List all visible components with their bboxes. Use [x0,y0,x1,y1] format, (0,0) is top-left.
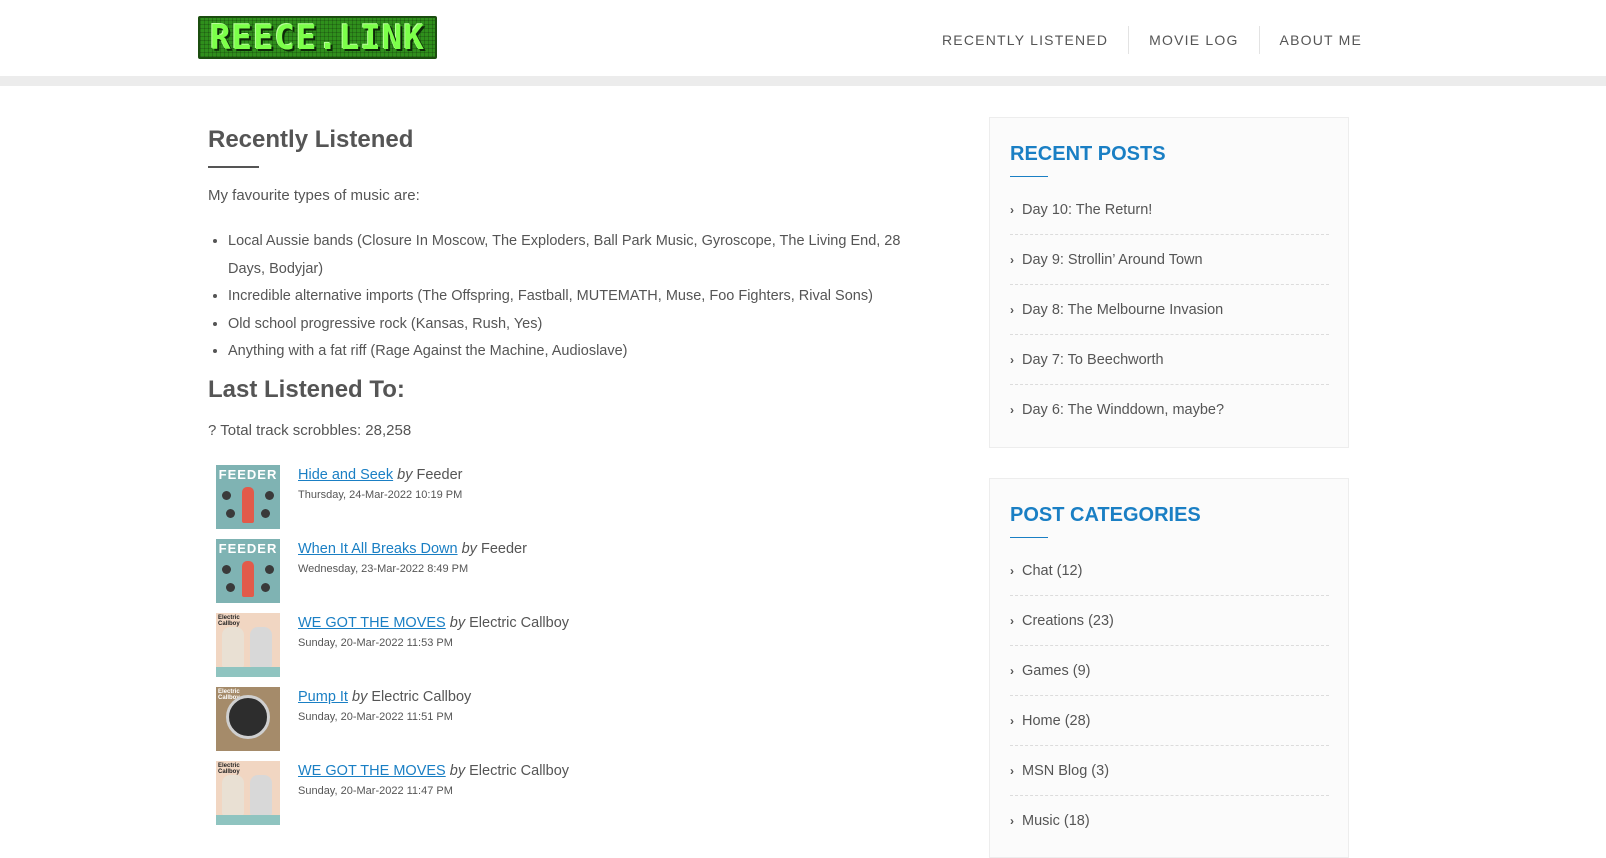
recent-post-item[interactable]: › Day 8: The Melbourne Invasion [1010,285,1329,335]
track-artist: Electric Callboy [469,615,570,631]
feeder-album-art[interactable]: FEEDER [216,465,280,529]
track-date: Sunday, 20-Mar-2022 11:53 PM [298,637,453,649]
track-date: Sunday, 20-Mar-2022 11:51 PM [298,711,453,723]
recent-posts-title: RECENT POSTS [1010,143,1166,165]
category-link[interactable]: Chat (12) [1022,563,1082,579]
recent-post-link[interactable]: Day 7: To Beechworth [1022,352,1164,368]
track-artist: Electric Callboy [371,689,472,705]
recent-post-link[interactable]: Day 10: The Return! [1022,202,1152,218]
feeder-album-art[interactable]: FEEDER [216,539,280,603]
category-link[interactable]: Creations (23) [1022,613,1114,629]
category-link[interactable]: MSN Blog (3) [1022,763,1109,779]
post-categories-list: › Chat (12) › Creations (23) › Games (9) › H… [1010,546,1329,846]
chevron-right-icon: › [1010,252,1014,267]
recent-post-link[interactable]: Day 8: The Melbourne Invasion [1022,302,1223,318]
category-item[interactable]: › Home (28) [1010,696,1329,746]
track-title-link[interactable]: WE GOT THE MOVES [298,615,446,631]
electric-callboy-album-art[interactable]: Electric Callboy [216,761,280,825]
category-link[interactable]: Games (9) [1022,663,1091,679]
recent-posts-list: › Day 10: The Return! › Day 9: Strollin’ A… [1010,185,1329,435]
nav-about-me[interactable]: ABOUT ME [1258,26,1382,54]
nav-movie-log[interactable]: MOVIE LOG [1128,26,1258,54]
chevron-right-icon: › [1010,763,1014,778]
genre-list: Local Aussie bands (Closure In Moscow, T… [208,228,928,366]
genre-item: Old school progressive rock (Kansas, Rus… [228,311,928,339]
widget-title-underline [1010,176,1048,177]
recent-post-item[interactable]: › Day 9: Strollin’ Around Town [1010,235,1329,285]
post-categories-widget: POST CATEGORIES › Chat (12) › Creations (2… [989,478,1349,858]
by-label: by [461,541,477,557]
genre-item: Incredible alternative imports (The Offs… [228,283,928,311]
track-artist: Electric Callboy [469,763,570,779]
track-title-link[interactable]: Pump It [298,689,348,705]
site-logo[interactable]: REECE.LINK [198,16,437,59]
category-item[interactable]: › Creations (23) [1010,596,1329,646]
title-underline [208,166,259,168]
track-list: FEEDER Hide and Seek by Feeder Thursday,… [216,465,916,835]
track-date: Wednesday, 23-Mar-2022 8:49 PM [298,563,469,575]
category-item[interactable]: › Music (18) [1010,796,1329,846]
track-row: Electric Callboy Pump It by Electric Call… [216,687,916,761]
track-artist: Feeder [480,541,527,557]
track-artist: Feeder [416,467,463,483]
chevron-right-icon: › [1010,713,1014,728]
recent-post-link[interactable]: Day 9: Strollin’ Around Town [1022,252,1203,268]
category-item[interactable]: › Games (9) [1010,646,1329,696]
chevron-right-icon: › [1010,352,1014,367]
scrobble-count: ? Total track scrobbles: 28,258 [208,421,412,439]
site-header: REECE.LINK RECENTLY LISTENED MOVIE LOG A… [0,0,1606,76]
chevron-right-icon: › [1010,814,1014,828]
recent-posts-widget: RECENT POSTS › Day 10: The Return! › Day 9… [989,117,1349,448]
category-link[interactable]: Home (28) [1022,713,1091,729]
category-item[interactable]: › Chat (12) [1010,546,1329,596]
genre-item: Anything with a fat riff (Rage Against t… [228,338,928,366]
electric-callboy-pump-it-art[interactable]: Electric Callboy [216,687,280,751]
recent-post-item[interactable]: › Day 7: To Beechworth [1010,335,1329,385]
track-date: Sunday, 20-Mar-2022 11:47 PM [298,785,453,797]
track-row: FEEDER Hide and Seek by Feeder Thursday,… [216,465,916,539]
electric-callboy-album-art[interactable]: Electric Callboy [216,613,280,677]
by-label: by [449,763,466,779]
chevron-right-icon: › [1010,302,1014,317]
recent-post-item[interactable]: › Day 6: The Winddown, maybe? [1010,385,1329,435]
by-label: by [449,615,466,631]
track-date: Thursday, 24-Mar-2022 10:19 PM [298,489,463,501]
recent-post-link[interactable]: Day 6: The Winddown, maybe? [1022,402,1224,418]
genre-item: Local Aussie bands (Closure In Moscow, T… [228,228,928,283]
widget-title-underline [1010,537,1048,538]
chevron-right-icon: › [1010,202,1014,217]
header-divider [0,76,1606,86]
track-row: FEEDER When It All Breaks Down by Feeder… [216,539,916,613]
intro-text: My favourite types of music are: [208,187,420,204]
chevron-right-icon: › [1010,663,1014,678]
track-title-link[interactable]: WE GOT THE MOVES [298,763,446,779]
by-label: by [397,467,413,483]
track-row: Electric Callboy WE GOT THE MOVES by Elec… [216,761,916,835]
track-title-link[interactable]: Hide and Seek [298,467,393,483]
chevron-right-icon: › [1010,613,1014,628]
track-row: Electric Callboy WE GOT THE MOVES by Elec… [216,613,916,687]
recent-post-item[interactable]: › Day 10: The Return! [1010,185,1329,235]
page-title: Recently Listened [208,126,414,153]
category-link[interactable]: Music (18) [1022,813,1090,829]
last-listened-title: Last Listened To: [208,375,405,403]
main-nav: RECENTLY LISTENED MOVIE LOG ABOUT ME [923,26,1382,54]
by-label: by [352,689,368,705]
nav-recently-listened[interactable]: RECENTLY LISTENED [923,26,1128,54]
post-categories-title: POST CATEGORIES [1010,504,1201,526]
chevron-right-icon: › [1010,563,1014,578]
chevron-right-icon: › [1010,403,1014,417]
track-title-link[interactable]: When It All Breaks Down [298,541,458,557]
main-content: Recently Listened My favourite types of … [208,120,928,441]
category-item[interactable]: › MSN Blog (3) [1010,746,1329,796]
